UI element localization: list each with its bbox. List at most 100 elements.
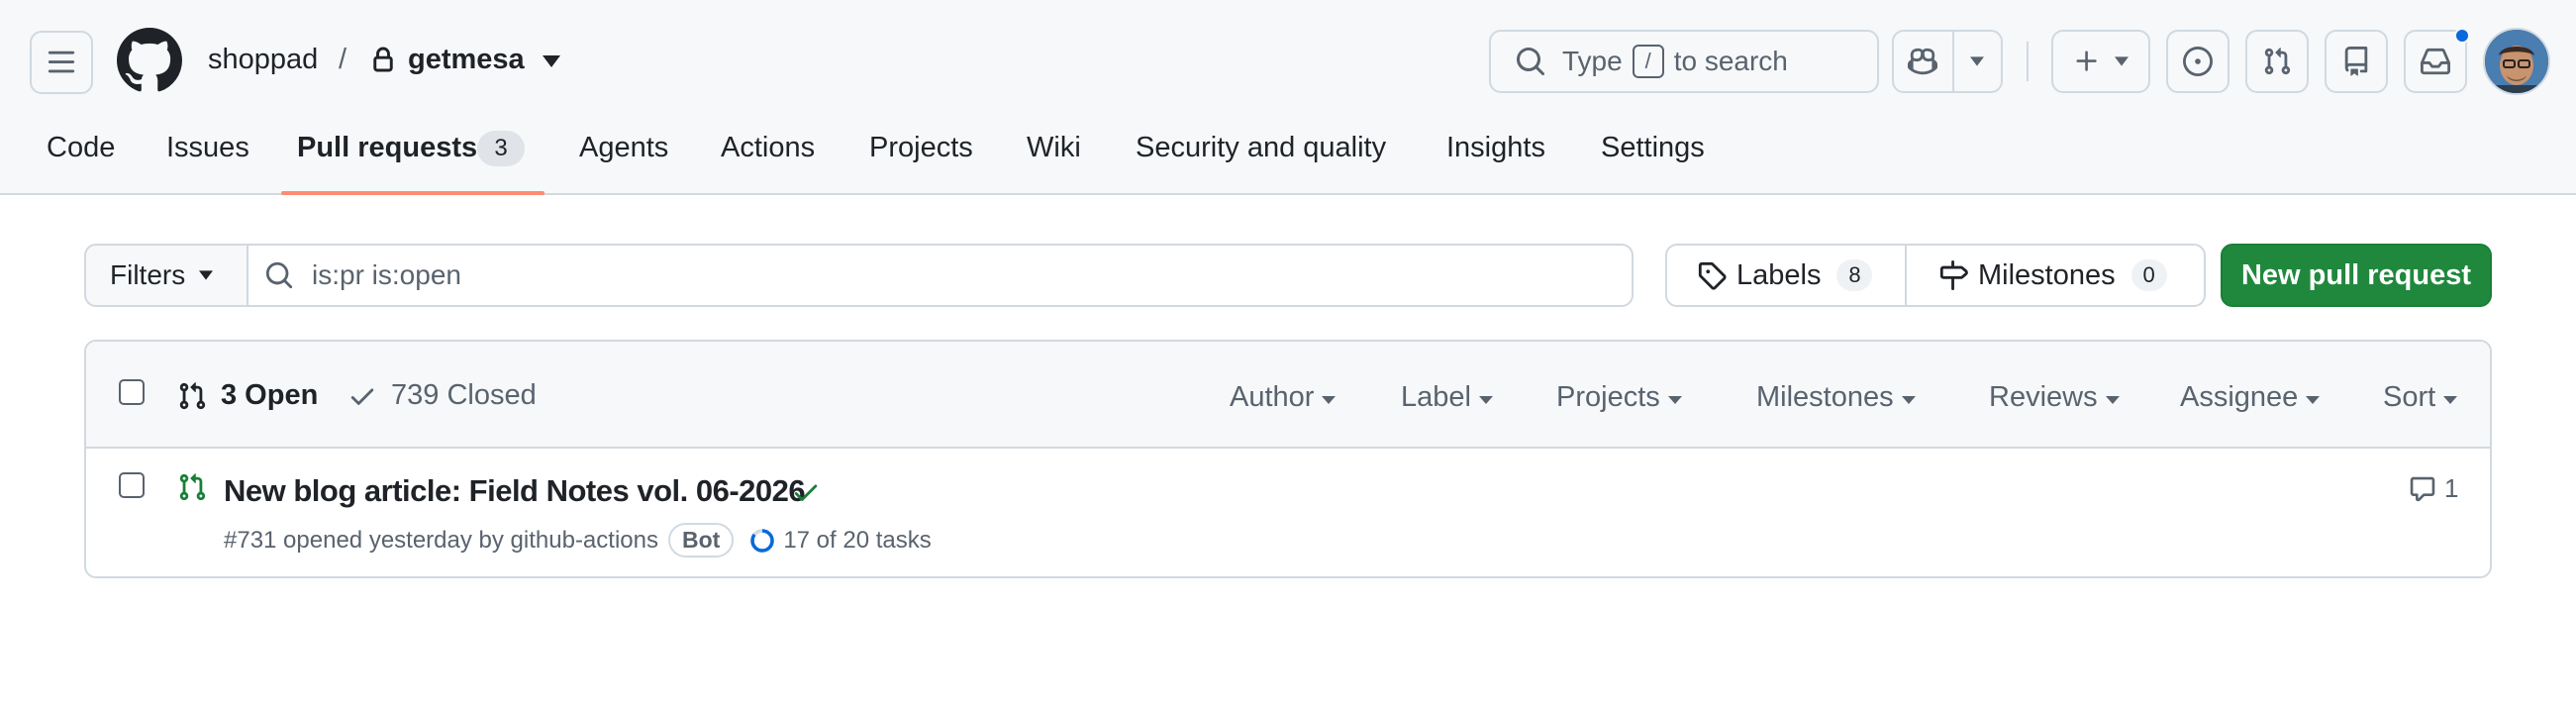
task-progress-label: 17 of 20 tasks bbox=[783, 526, 932, 554]
create-new-button[interactable] bbox=[2051, 30, 2150, 93]
list-header: 3 Open 739 Closed Author Label Projects … bbox=[86, 342, 2490, 449]
new-pull-request-button[interactable]: New pull request bbox=[2221, 244, 2492, 307]
plus-icon bbox=[2076, 51, 2097, 71]
assignee-filter[interactable]: Assignee bbox=[2180, 381, 2321, 414]
app-header: shoppad / getmesa Type / to search Code … bbox=[0, 0, 2576, 195]
chevron-down-icon bbox=[2115, 56, 2129, 66]
pr-search-query: is:pr is:open bbox=[312, 259, 461, 290]
repo-menu-caret-icon[interactable] bbox=[543, 55, 560, 67]
search-icon bbox=[265, 261, 293, 289]
your-issues-button[interactable] bbox=[2166, 30, 2229, 93]
search-shortcut-key: / bbox=[1632, 45, 1664, 78]
label-filter-label: Label bbox=[1401, 381, 1471, 413]
chevron-down-icon bbox=[2306, 395, 2321, 404]
tab-pull-requests-count: 3 bbox=[477, 131, 525, 166]
chevron-down-icon bbox=[2105, 395, 2120, 404]
breadcrumb-repo-link[interactable]: getmesa bbox=[408, 44, 525, 76]
git-pull-request-icon bbox=[179, 381, 206, 409]
sort-filter[interactable]: Sort bbox=[2383, 381, 2458, 414]
open-count-label: 3 Open bbox=[221, 379, 319, 411]
chevron-down-icon bbox=[1667, 395, 1682, 404]
pr-meta: #731 opened yesterday by github-actions … bbox=[224, 523, 932, 558]
repositories-button[interactable] bbox=[2325, 30, 2388, 93]
chevron-down-icon bbox=[2443, 395, 2458, 404]
copilot-button[interactable] bbox=[1894, 32, 1954, 91]
closed-count-label: 739 Closed bbox=[391, 379, 537, 411]
github-logo-icon[interactable] bbox=[117, 28, 182, 93]
chevron-down-icon bbox=[1478, 395, 1493, 404]
task-progress-ring-icon bbox=[750, 528, 775, 553]
your-pull-requests-button[interactable] bbox=[2245, 30, 2309, 93]
search-placeholder-after: to search bbox=[1673, 46, 1788, 76]
task-progress[interactable]: 17 of 20 tasks bbox=[749, 526, 932, 555]
reviews-filter-label: Reviews bbox=[1989, 381, 2098, 413]
assignee-filter-label: Assignee bbox=[2180, 381, 2299, 413]
comments-link[interactable]: 1 bbox=[2409, 473, 2458, 504]
git-pull-request-icon bbox=[2264, 48, 2291, 75]
pr-title-link[interactable]: New blog article: Field Notes vol. 06-20… bbox=[224, 473, 806, 509]
copilot-menu-button[interactable] bbox=[1954, 32, 2001, 91]
labels-button[interactable]: Labels 8 bbox=[1665, 244, 1907, 307]
global-nav-menu-button[interactable] bbox=[30, 31, 93, 94]
open-filter-link[interactable]: 3 Open bbox=[177, 379, 318, 412]
copilot-button-group bbox=[1892, 30, 2003, 93]
filters-label: Filters bbox=[110, 259, 186, 290]
sort-filter-label: Sort bbox=[2383, 381, 2436, 413]
search-placeholder-before: Type bbox=[1562, 46, 1623, 76]
filters-button[interactable]: Filters bbox=[84, 244, 248, 307]
select-all-checkbox[interactable] bbox=[119, 379, 145, 405]
projects-filter[interactable]: Projects bbox=[1556, 381, 1682, 414]
tab-code[interactable]: Code bbox=[47, 132, 115, 164]
tab-agents[interactable]: Agents bbox=[579, 132, 668, 164]
header-divider bbox=[2027, 42, 2029, 81]
pr-meta-text: #731 opened yesterday by github-actions bbox=[224, 526, 658, 554]
bot-badge: Bot bbox=[667, 523, 735, 558]
breadcrumb-owner-link[interactable]: shoppad bbox=[208, 44, 318, 76]
milestones-filter[interactable]: Milestones bbox=[1756, 381, 1916, 414]
chevron-down-icon bbox=[1970, 56, 1985, 66]
reviews-filter[interactable]: Reviews bbox=[1989, 381, 2120, 414]
active-tab-indicator bbox=[281, 191, 545, 195]
tab-insights[interactable]: Insights bbox=[1446, 132, 1545, 164]
hamburger-icon bbox=[48, 51, 75, 73]
milestones-button[interactable]: Milestones 0 bbox=[1905, 244, 2206, 307]
notification-indicator bbox=[2454, 28, 2470, 44]
tab-pull-requests[interactable]: Pull requests bbox=[297, 132, 477, 164]
tab-issues[interactable]: Issues bbox=[166, 132, 249, 164]
issue-opened-icon bbox=[2183, 47, 2213, 76]
pr-open-icon bbox=[179, 473, 206, 501]
search-icon bbox=[1517, 48, 1545, 76]
labels-label: Labels bbox=[1736, 258, 1822, 291]
copilot-icon bbox=[1908, 48, 1938, 75]
breadcrumb-separator: / bbox=[339, 44, 347, 75]
comment-icon bbox=[2410, 476, 2435, 501]
chevron-down-icon bbox=[199, 270, 214, 280]
row-checkbox[interactable] bbox=[119, 472, 145, 498]
global-search-input[interactable]: Type / to search bbox=[1489, 30, 1879, 93]
projects-filter-label: Projects bbox=[1556, 381, 1660, 413]
lock-icon bbox=[373, 47, 393, 72]
milestones-filter-label: Milestones bbox=[1756, 381, 1894, 413]
chevron-down-icon bbox=[1901, 395, 1916, 404]
closed-filter-link[interactable]: 739 Closed bbox=[347, 379, 537, 412]
pr-search-input[interactable]: is:pr is:open bbox=[247, 244, 1634, 307]
comments-count: 1 bbox=[2444, 473, 2459, 503]
tab-projects[interactable]: Projects bbox=[869, 132, 973, 164]
label-filter[interactable]: Label bbox=[1401, 381, 1493, 414]
tab-actions[interactable]: Actions bbox=[721, 132, 815, 164]
tag-icon bbox=[1698, 261, 1727, 290]
avatar-image bbox=[2485, 30, 2548, 93]
author-filter[interactable]: Author bbox=[1230, 381, 1337, 414]
tab-security-and-quality[interactable]: Security and quality bbox=[1136, 132, 1386, 164]
pull-request-list: 3 Open 739 Closed Author Label Projects … bbox=[84, 340, 2492, 578]
checks-success-icon[interactable] bbox=[791, 477, 821, 507]
repo-icon bbox=[2344, 47, 2368, 76]
chevron-down-icon bbox=[1322, 395, 1337, 404]
milestones-count: 0 bbox=[2130, 259, 2167, 291]
author-filter-label: Author bbox=[1230, 381, 1315, 413]
inbox-icon bbox=[2421, 48, 2450, 75]
check-icon bbox=[350, 388, 374, 405]
tab-wiki[interactable]: Wiki bbox=[1027, 132, 1081, 164]
tab-settings[interactable]: Settings bbox=[1601, 132, 1705, 164]
user-avatar[interactable] bbox=[2483, 28, 2550, 95]
